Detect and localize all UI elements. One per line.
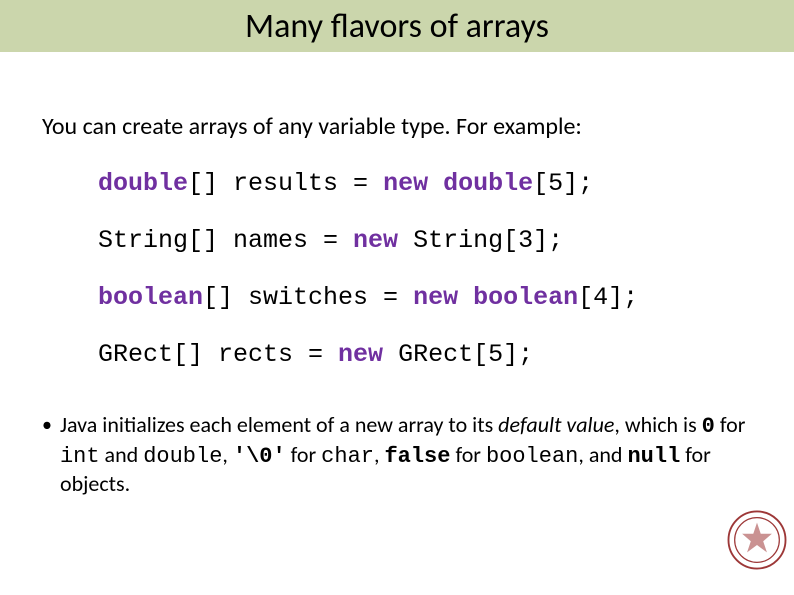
text: , and (578, 441, 627, 468)
type-double: double (143, 444, 222, 469)
keyword-type: boolean (98, 283, 203, 312)
intro-text: You can create arrays of any variable ty… (42, 112, 752, 141)
code-text: [5]; (533, 169, 593, 198)
keyword-type: double (98, 169, 188, 198)
code-text: [] results = (188, 169, 383, 198)
text: , (222, 441, 232, 468)
code-block: double[] results = new double[5]; String… (42, 169, 752, 369)
keyword-new: new (353, 226, 398, 255)
code-line-3: boolean[] switches = new boolean[4]; (98, 283, 752, 312)
bullet-item: • Java initializes each element of a new… (0, 397, 794, 498)
bullet-text: Java initializes each element of a new a… (60, 411, 752, 498)
value-zero: 0 (702, 414, 715, 439)
text: for (286, 441, 321, 468)
value-char: '\0' (233, 444, 286, 469)
text-italic: default value (498, 411, 614, 438)
keyword-new: new (413, 283, 473, 312)
type-int: int (60, 444, 100, 469)
keyword-new: new (338, 340, 383, 369)
text: for (450, 441, 485, 468)
code-line-1: double[] results = new double[5]; (98, 169, 752, 198)
slide-title: Many flavors of arrays (245, 6, 549, 47)
code-text: [] switches = (203, 283, 413, 312)
keyword-type: boolean (473, 283, 578, 312)
text: , which is (614, 411, 701, 438)
text: Java initializes each element of a new a… (60, 411, 498, 438)
text: and (100, 441, 144, 468)
code-text: GRect[5]; (383, 340, 533, 369)
slide: Many flavors of arrays You can create ar… (0, 0, 794, 595)
code-line-4: GRect[] rects = new GRect[5]; (98, 340, 752, 369)
value-false: false (384, 444, 450, 469)
value-null: null (627, 444, 680, 469)
type-char: char (321, 444, 374, 469)
code-line-2: String[] names = new String[3]; (98, 226, 752, 255)
code-text: String[] names = (98, 226, 353, 255)
code-text: String[3]; (398, 226, 563, 255)
title-bar: Many flavors of arrays (0, 0, 794, 52)
keyword-type: double (443, 169, 533, 198)
slide-body: You can create arrays of any variable ty… (0, 112, 794, 369)
text: , (374, 441, 384, 468)
code-text: [4]; (578, 283, 638, 312)
code-text: GRect[] rects = (98, 340, 338, 369)
stanford-seal-icon (726, 509, 788, 571)
text: for (715, 411, 746, 438)
keyword-new: new (383, 169, 443, 198)
bullet-marker: • (42, 411, 52, 498)
type-boolean: boolean (486, 444, 578, 469)
